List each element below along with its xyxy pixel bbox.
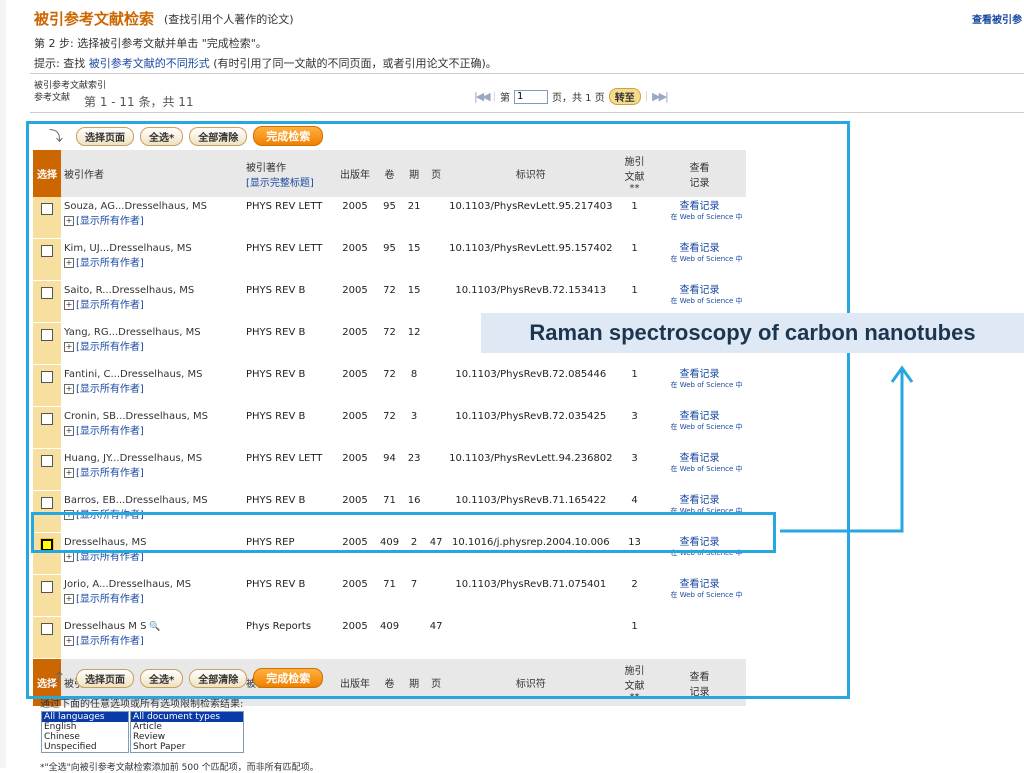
left-gutter — [0, 0, 6, 768]
listbox-option[interactable]: All languages — [42, 712, 128, 722]
listbox-option[interactable]: Review — [131, 732, 243, 742]
step-instruction: 第 2 步: 选择被引参考文献并单击 "完成检索"。 — [34, 37, 267, 50]
first-page-icon[interactable]: |◀◀ — [474, 90, 491, 103]
tip-suffix: (有时引用了同一文献的不同页面，或者引用论文不正确)。 — [213, 57, 497, 70]
listbox-option[interactable]: English — [42, 722, 128, 732]
page-number-input[interactable] — [514, 89, 548, 104]
tip-prefix: 提示: 查找 — [34, 57, 86, 70]
pager: |◀◀ | 第 页，共 1 页 转至 | ▶▶| — [474, 88, 669, 105]
view-cited-ref-link[interactable]: 查看被引参 — [972, 11, 1022, 26]
language-listbox[interactable]: All languages English Chinese Unspecified — [41, 711, 129, 753]
pager-prefix: 第 — [500, 93, 510, 104]
result-range: 第 1 - 11 条，共 11 — [84, 95, 194, 109]
listbox-option[interactable]: Unspecified — [42, 742, 128, 752]
listbox-option[interactable]: Article — [131, 722, 243, 732]
selected-row-highlight — [31, 512, 776, 553]
callout-label: Raman spectroscopy of carbon nanotubes — [481, 313, 1024, 353]
divider — [30, 73, 1024, 74]
tip-text: 提示: 查找 被引参考文献的不同形式 (有时引用了同一文献的不同页面，或者引用论… — [34, 55, 497, 71]
pager-suffix: 页，共 1 页 — [552, 93, 605, 104]
listbox-option[interactable]: Short Paper — [131, 742, 243, 752]
page-subtitle: (查找引用个人著作的论文) — [164, 13, 294, 26]
callout-connector-arrow — [780, 365, 914, 533]
listbox-option[interactable]: Chinese — [42, 732, 128, 742]
listbox-option[interactable]: All document types — [131, 712, 243, 722]
doctype-listbox[interactable]: All document types Article Review Short Pap… — [130, 711, 244, 753]
results-highlight-frame — [26, 121, 850, 699]
divider — [30, 112, 1024, 113]
page-title: 被引参考文献检索 — [34, 10, 155, 28]
go-button[interactable]: 转至 — [608, 88, 641, 105]
last-page-icon[interactable]: ▶▶| — [652, 90, 669, 103]
cited-ref-variants-link[interactable]: 被引参考文献的不同形式 — [89, 57, 210, 70]
footnote: *"全选"向被引参考文献检索添加前 500 个匹配项，而非所有匹配项。 — [40, 763, 319, 773]
